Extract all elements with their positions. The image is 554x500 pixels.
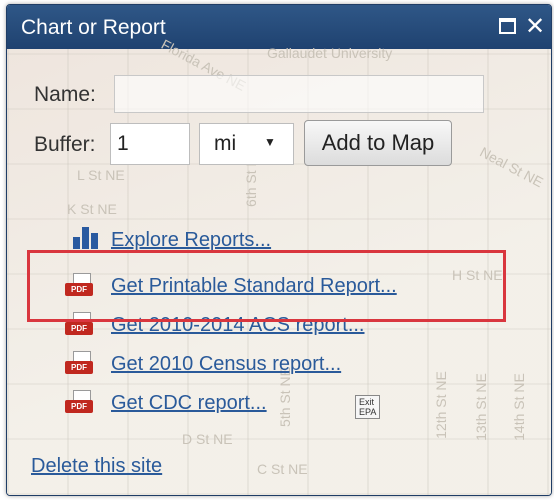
map-label: 12th St NE bbox=[432, 371, 449, 439]
map-label: D St NE bbox=[182, 431, 233, 447]
buffer-input[interactable]: 1 bbox=[110, 123, 190, 165]
name-label: Name: bbox=[34, 83, 96, 106]
dialog-title: Chart or Report bbox=[21, 16, 166, 39]
pdf-text: PDF bbox=[65, 361, 93, 374]
close-icon[interactable]: ✕ bbox=[525, 13, 545, 41]
highlight-box bbox=[27, 250, 506, 322]
map-label: 5th St NE bbox=[276, 367, 293, 427]
maximize-icon[interactable] bbox=[499, 18, 516, 34]
delete-site-link[interactable]: Delete this site bbox=[31, 455, 162, 478]
exit-epa-badge[interactable]: Exit EPA bbox=[355, 395, 381, 419]
dialog-titlebar[interactable]: Chart or Report ✕ bbox=[7, 5, 551, 49]
map-label: Neal St NE bbox=[477, 143, 546, 191]
pdf-text: PDF bbox=[65, 322, 93, 335]
buffer-label: Buffer: bbox=[34, 133, 96, 156]
explore-reports-link[interactable]: Explore Reports... bbox=[111, 229, 271, 252]
pdf-icon: PDF bbox=[65, 390, 99, 420]
unit-value: mi bbox=[214, 132, 237, 155]
map-label: C St NE bbox=[257, 461, 308, 477]
census-report-link[interactable]: Get 2010 Census report... bbox=[111, 353, 341, 376]
map-label: 14th St NE bbox=[510, 373, 527, 441]
name-input[interactable] bbox=[114, 75, 484, 113]
chevron-down-icon: ▼ bbox=[264, 135, 276, 149]
map-label: 13th St NE bbox=[472, 373, 489, 441]
dialog-content: Florida Ave NE Gallaudet University L St… bbox=[7, 36, 551, 495]
add-to-map-button[interactable]: Add to Map bbox=[304, 120, 452, 166]
pdf-icon: PDF bbox=[65, 351, 99, 381]
chart-or-report-dialog: Chart or Report ✕ Florida Ave NE Gallaud… bbox=[6, 4, 552, 496]
map-label: L St NE bbox=[77, 167, 125, 183]
cdc-report-link[interactable]: Get CDC report... bbox=[111, 392, 267, 415]
map-label: K St NE bbox=[67, 201, 117, 217]
buffer-unit-select[interactable]: mi ▼ bbox=[199, 123, 294, 165]
pdf-text: PDF bbox=[65, 400, 93, 413]
map-label: Gallaudet University bbox=[267, 45, 393, 61]
